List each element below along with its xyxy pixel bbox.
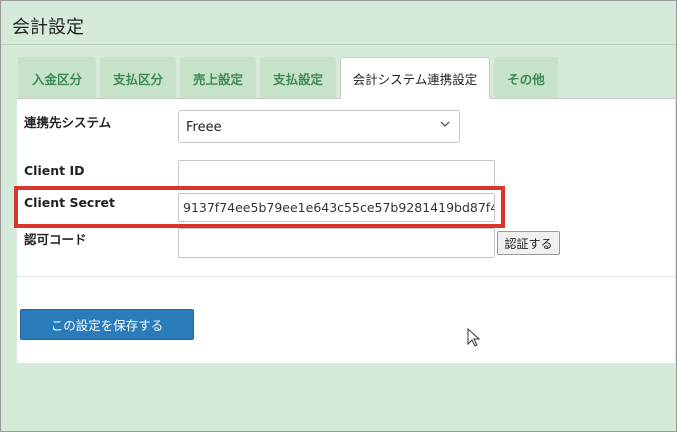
- chevron-down-icon: [440, 119, 450, 132]
- client-id-input[interactable]: [178, 160, 495, 190]
- save-settings-button[interactable]: この設定を保存する: [20, 309, 194, 340]
- title-bar: 会計設定: [1, 1, 676, 45]
- client-id-label: Client ID: [24, 163, 85, 178]
- client-secret-input[interactable]: 9137f74ee5b79ee1e643c55ce57b9281419bd87f…: [178, 193, 495, 222]
- page-title: 会計設定: [12, 17, 84, 38]
- system-select[interactable]: Freee: [178, 110, 460, 143]
- client-secret-label: Client Secret: [24, 195, 115, 210]
- system-select-value: Freee: [186, 120, 222, 135]
- tab-payment-settings[interactable]: 支払設定: [260, 57, 336, 99]
- tab-sales-settings[interactable]: 売上設定: [180, 57, 256, 99]
- mouse-cursor-icon: [467, 328, 481, 347]
- tab-accounting-integration[interactable]: 会計システム連携設定: [340, 57, 490, 99]
- auth-code-label: 認可コード: [24, 232, 87, 247]
- system-label: 連携先システム: [24, 115, 112, 130]
- auth-code-input[interactable]: [178, 228, 495, 258]
- authenticate-button[interactable]: 認証する: [497, 231, 560, 255]
- form-divider: [17, 276, 675, 277]
- tab-deposit-category[interactable]: 入金区分: [18, 57, 96, 99]
- tab-other[interactable]: その他: [494, 57, 558, 99]
- tab-payment-category[interactable]: 支払区分: [100, 57, 176, 99]
